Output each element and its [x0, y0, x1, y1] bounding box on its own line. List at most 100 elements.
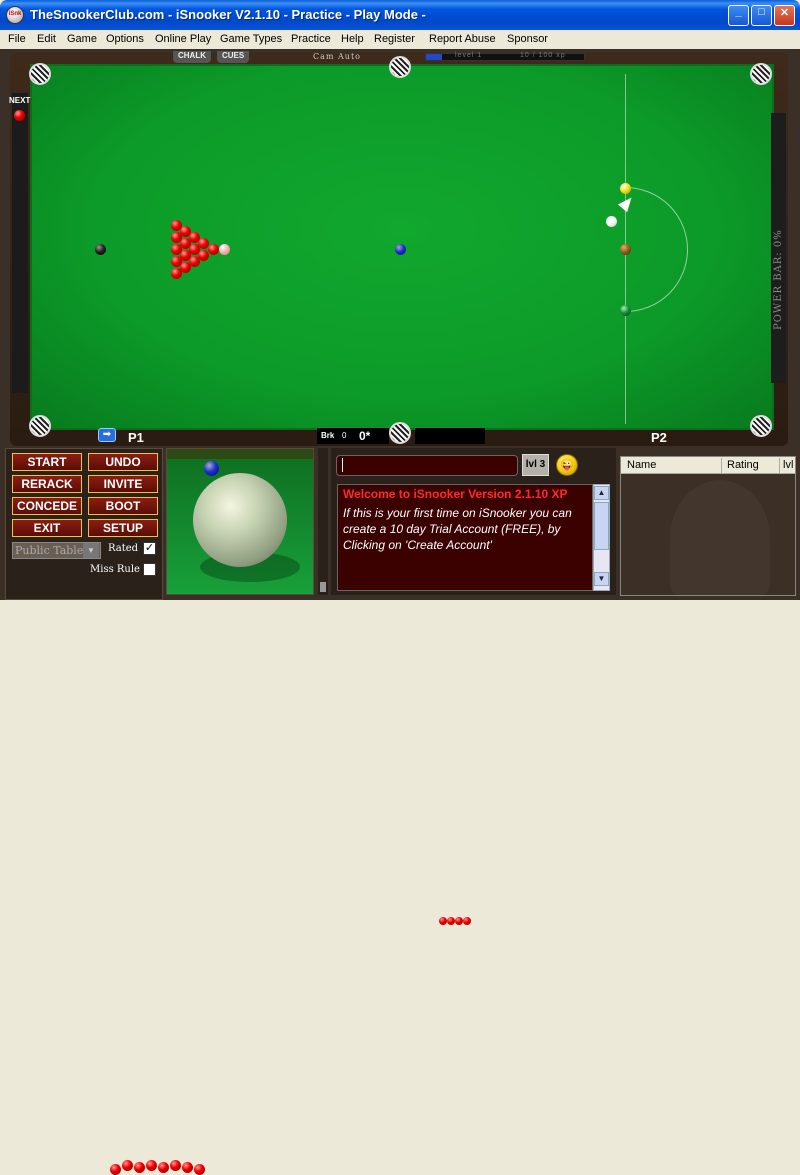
start-button[interactable]: START — [12, 453, 82, 471]
menu-sponsor[interactable]: Sponsor — [507, 33, 548, 45]
camera-mode[interactable]: Cam Auto — [313, 52, 361, 61]
invite-button[interactable]: INVITE — [88, 475, 158, 493]
menu-options[interactable]: Options — [106, 33, 144, 45]
rated-label: Rated — [108, 543, 139, 554]
app-icon[interactable]: iSnk — [6, 6, 24, 24]
pocket-top-right-icon — [750, 63, 772, 85]
panel-separator — [318, 448, 328, 595]
menu-game[interactable]: Game — [67, 33, 97, 45]
miss-rule-checkbox[interactable] — [143, 563, 156, 576]
player1-label: P1 — [128, 430, 144, 445]
menu-report-abuse[interactable]: Report Abuse — [429, 33, 496, 45]
pocket-bottom-right-icon — [750, 415, 772, 437]
level-button[interactable]: lvl 3 — [522, 454, 549, 476]
spin-blue-ball — [204, 461, 219, 476]
pocket-bottom-middle-icon — [389, 422, 411, 444]
yellow-ball — [620, 183, 631, 194]
scroll-down-icon[interactable]: ▼ — [594, 572, 609, 586]
red-ball — [194, 1164, 205, 1175]
menu-file[interactable]: File — [8, 33, 26, 45]
red-ball — [171, 244, 182, 255]
xp-progress-fill — [426, 54, 442, 60]
green-ball — [620, 305, 631, 316]
concede-button[interactable]: CONCEDE — [12, 497, 82, 515]
blue-ball — [395, 244, 406, 255]
pink-ball — [219, 244, 230, 255]
menu-online-play[interactable]: Online Play — [155, 33, 211, 45]
red-ball — [171, 232, 182, 243]
chalk-tab[interactable]: CHALK — [173, 51, 211, 63]
red-ball — [146, 1160, 157, 1171]
pocket-top-middle-icon — [389, 56, 411, 78]
xp-text: 10 / 100 xp — [520, 52, 566, 59]
minimize-button[interactable]: _ — [728, 5, 749, 26]
player2-score-box — [415, 428, 485, 444]
next-label: NEXT — [9, 96, 31, 105]
text-caret — [342, 458, 343, 472]
spin-red-row — [218, 458, 471, 925]
menu-register[interactable]: Register — [374, 33, 415, 45]
boot-button[interactable]: BOOT — [88, 497, 158, 515]
red-ball — [171, 268, 182, 279]
level-text: level 1 — [455, 52, 483, 59]
rerack-button[interactable]: RERACK — [12, 475, 82, 493]
next-ball-red — [14, 110, 25, 121]
setup-button[interactable]: SETUP — [88, 519, 158, 537]
player2-label: P2 — [651, 430, 667, 445]
chat-info-message: If this is your first time on iSnooker y… — [343, 506, 572, 552]
red-ball — [439, 917, 447, 925]
turn-arrow-icon: ➡ — [98, 428, 116, 442]
red-ball — [208, 244, 219, 255]
red-ball — [134, 1162, 145, 1173]
column-level[interactable]: lvl — [783, 459, 795, 471]
brown-ball — [620, 244, 631, 255]
menu-game-types[interactable]: Game Types — [220, 33, 282, 45]
spin-cue-ball[interactable] — [193, 473, 287, 567]
menu-help[interactable]: Help — [341, 33, 364, 45]
exit-button[interactable]: EXIT — [12, 519, 82, 537]
column-separator[interactable] — [721, 458, 722, 473]
red-ball — [171, 256, 182, 267]
maximize-button[interactable]: □ — [751, 5, 772, 26]
power-bar-label: POWER BAR: 0% — [773, 229, 784, 330]
red-ball — [463, 917, 471, 925]
scroll-up-icon[interactable]: ▲ — [594, 486, 609, 500]
pocket-top-left-icon — [29, 63, 51, 85]
miss-rule-label: Miss Rule — [90, 564, 140, 575]
scroll-thumb[interactable] — [594, 502, 609, 550]
red-ball — [110, 1164, 121, 1175]
separator-grip[interactable] — [320, 582, 326, 592]
cue-ball[interactable] — [606, 216, 617, 227]
menu-practice[interactable]: Practice — [291, 33, 331, 45]
column-name[interactable]: Name — [627, 459, 656, 471]
break-value: 0 — [342, 431, 347, 440]
chevron-down-icon[interactable]: ▼ — [83, 543, 99, 558]
pocket-bottom-left-icon — [29, 415, 51, 437]
red-ball — [170, 1160, 181, 1171]
red-ball — [158, 1162, 169, 1173]
column-separator[interactable] — [779, 458, 780, 473]
break-label: Brk — [321, 431, 335, 440]
player-silhouette-icon — [670, 480, 770, 595]
next-ball-strip — [12, 93, 28, 393]
red-ball — [455, 917, 463, 925]
chat-input[interactable] — [336, 455, 518, 476]
undo-button[interactable]: UNDO — [88, 453, 158, 471]
menu-edit[interactable]: Edit — [37, 33, 56, 45]
column-rating[interactable]: Rating — [727, 459, 759, 471]
black-ball — [95, 244, 106, 255]
menu-bar: File Edit Game Options Online Play Game … — [0, 30, 800, 49]
red-ball — [447, 917, 455, 925]
red-ball — [122, 1160, 133, 1171]
window-title: TheSnookerClub.com - iSnooker V2.1.10 - … — [30, 7, 426, 22]
remaining-reds — [55, 580, 205, 1175]
red-ball — [182, 1162, 193, 1173]
chat-log[interactable]: Welcome to iSnooker Version 2.1.10 XP If… — [337, 484, 593, 591]
cues-tab[interactable]: CUES — [217, 51, 250, 63]
smiley-icon[interactable]: 😜 — [556, 454, 578, 476]
close-button[interactable]: ✕ — [774, 5, 795, 26]
red-ball — [171, 220, 182, 231]
app-icon-text: iSnk — [8, 11, 22, 17]
player1-score: 0* — [359, 429, 371, 443]
rated-checkbox[interactable]: ✓ — [143, 542, 156, 555]
